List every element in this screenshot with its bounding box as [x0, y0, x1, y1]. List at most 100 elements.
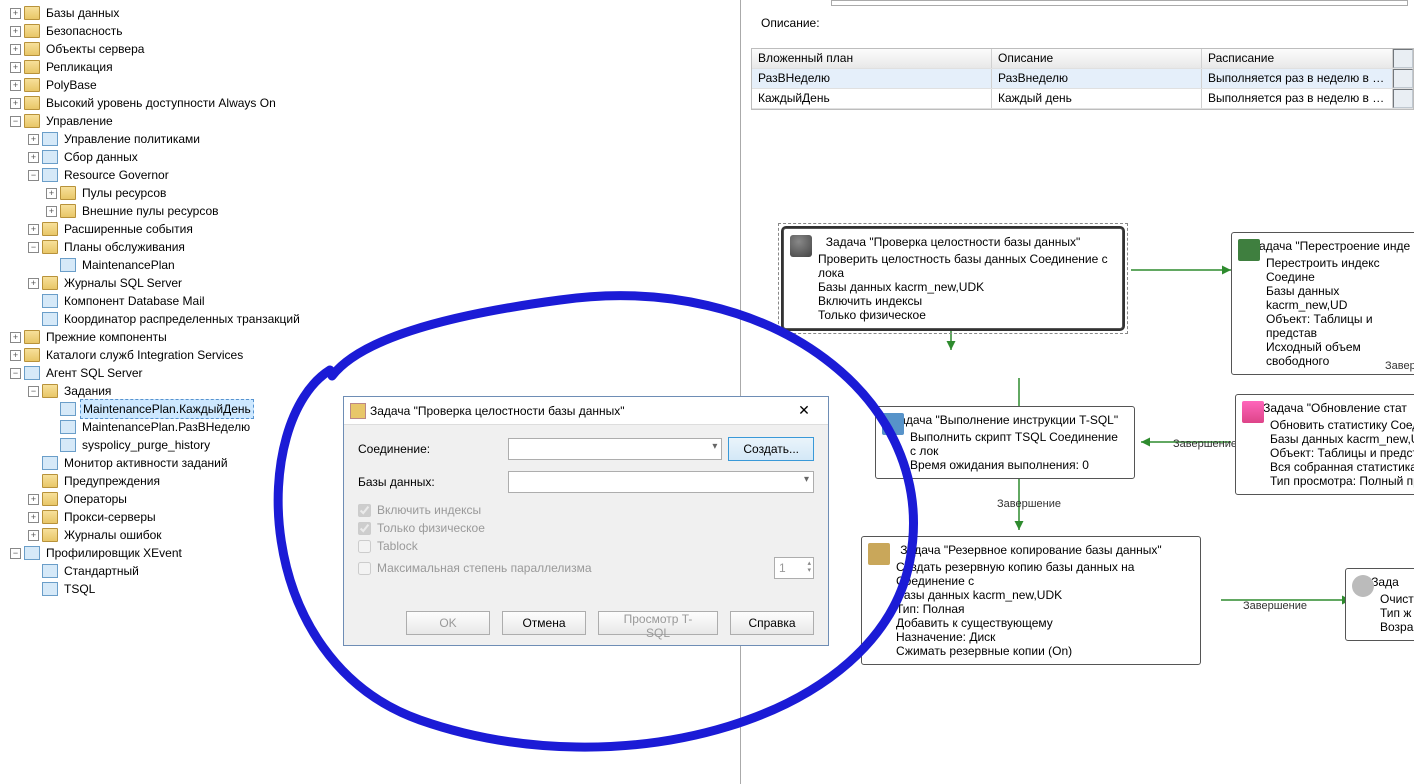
connection-dropdown[interactable]	[508, 438, 722, 460]
expand-icon[interactable]: +	[28, 152, 39, 163]
view-tsql-button[interactable]: Просмотр T-SQL	[598, 611, 718, 635]
expand-icon[interactable]	[28, 584, 39, 595]
grid-header-description[interactable]: Описание	[992, 49, 1202, 68]
expand-icon[interactable]: +	[10, 80, 21, 91]
expand-icon[interactable]	[28, 314, 39, 325]
tree-item[interactable]: MaintenancePlan	[10, 256, 740, 274]
subplan-grid[interactable]: Вложенный план Описание Расписание РазВН…	[751, 48, 1414, 110]
tree-item[interactable]: +Высокий уровень доступности Always On	[10, 94, 740, 112]
expand-icon[interactable]	[28, 476, 39, 487]
expand-icon[interactable]	[46, 404, 57, 415]
expand-icon[interactable]: +	[10, 26, 21, 37]
close-icon[interactable]: ✕	[786, 401, 822, 421]
tree-item[interactable]: Компонент Database Mail	[10, 292, 740, 310]
tree-item-label: MaintenancePlan.КаждыйДень	[80, 399, 254, 419]
task-update-statistics[interactable]: Задача "Обновление стат Обновить статист…	[1235, 394, 1414, 495]
task-execute-tsql[interactable]: Задача "Выполнение инструкции T-SQL" Вып…	[875, 406, 1135, 479]
expand-icon[interactable]: +	[10, 98, 21, 109]
tree-item[interactable]: +Репликация	[10, 58, 740, 76]
expand-icon[interactable]: −	[10, 368, 21, 379]
task-cleanup[interactable]: Зада Очист Тип ж Возра	[1345, 568, 1414, 641]
tree-item-label: Прокси-серверы	[62, 508, 158, 526]
expand-icon[interactable]	[28, 566, 39, 577]
tree-item-label: Управление	[44, 112, 115, 130]
description-textbox[interactable]	[831, 0, 1408, 6]
expand-icon[interactable]: +	[10, 44, 21, 55]
tree-item[interactable]: +Журналы SQL Server	[10, 274, 740, 292]
tree-item[interactable]: +Внешние пулы ресурсов	[10, 202, 740, 220]
tree-item[interactable]: +Прежние компоненты	[10, 328, 740, 346]
databases-dropdown[interactable]	[508, 471, 814, 493]
expand-icon[interactable]: −	[10, 116, 21, 127]
expand-icon[interactable]: −	[28, 242, 39, 253]
maxdop-spinner[interactable]: 1	[774, 557, 814, 579]
tree-item[interactable]: −Агент SQL Server	[10, 364, 740, 382]
maxdop-checkbox[interactable]	[358, 562, 371, 575]
tree-item[interactable]: +Управление политиками	[10, 130, 740, 148]
statistics-icon	[1242, 401, 1264, 423]
expand-icon[interactable]: +	[28, 494, 39, 505]
expand-icon[interactable]: +	[10, 62, 21, 73]
tree-item-label: TSQL	[62, 580, 97, 598]
tree-item[interactable]: +Базы данных	[10, 4, 740, 22]
tree-item-label: Сбор данных	[62, 148, 140, 166]
expand-icon[interactable]: +	[46, 206, 57, 217]
generic-icon	[60, 402, 76, 416]
help-button[interactable]: Справка	[730, 611, 814, 635]
tree-item[interactable]: +Объекты сервера	[10, 40, 740, 58]
expand-icon[interactable]	[46, 422, 57, 433]
expand-icon[interactable]: +	[28, 530, 39, 541]
expand-icon[interactable]: −	[10, 548, 21, 559]
generic-icon	[42, 564, 58, 578]
table-row[interactable]: КаждыйДеньКаждый деньВыполняется раз в н…	[752, 89, 1413, 109]
tree-item[interactable]: Координатор распределенных транзакций	[10, 310, 740, 328]
ok-button[interactable]: OK	[406, 611, 490, 635]
tree-item-label: Пулы ресурсов	[80, 184, 168, 202]
expand-icon[interactable]: −	[28, 170, 39, 181]
grid-header-subplan[interactable]: Вложенный план	[752, 49, 992, 68]
expand-icon[interactable]: +	[28, 134, 39, 145]
tree-item[interactable]: −Resource Governor	[10, 166, 740, 184]
sql-icon	[882, 413, 904, 435]
tree-item-label: Стандартный	[62, 562, 141, 580]
create-connection-button[interactable]: Создать...	[728, 437, 814, 461]
expand-icon[interactable]	[28, 296, 39, 307]
expand-icon[interactable]: +	[10, 332, 21, 343]
expand-icon[interactable]	[46, 260, 57, 271]
physical-only-checkbox[interactable]	[358, 522, 371, 535]
folder-icon	[24, 330, 40, 344]
expand-icon[interactable]: −	[28, 386, 39, 397]
task-check-db-integrity[interactable]: Задача "Проверка целостности базы данных…	[783, 228, 1123, 329]
tree-item[interactable]: +PolyBase	[10, 76, 740, 94]
schedule-button[interactable]	[1393, 89, 1413, 108]
include-indexes-checkbox[interactable]	[358, 504, 371, 517]
diagram-canvas[interactable]: Задача "Проверка целостности базы данных…	[751, 210, 1414, 784]
expand-icon[interactable]: +	[10, 8, 21, 19]
task-backup-database[interactable]: Задача "Резервное копирование базы данны…	[861, 536, 1201, 665]
tree-item[interactable]: +Безопасность	[10, 22, 740, 40]
cancel-button[interactable]: Отмена	[502, 611, 586, 635]
tree-item[interactable]: + Пулы ресурсов	[10, 184, 740, 202]
backup-icon	[868, 543, 890, 565]
expand-icon[interactable]	[46, 440, 57, 451]
folder-icon	[24, 24, 40, 38]
tablock-checkbox[interactable]	[358, 540, 371, 553]
expand-icon[interactable]: +	[28, 278, 39, 289]
grid-header-schedule[interactable]: Расписание	[1202, 49, 1393, 68]
tree-item-label: Профилировщик XEvent	[44, 544, 184, 562]
schedule-button[interactable]	[1393, 69, 1413, 88]
task-rebuild-index[interactable]: Задача "Перестроение инде Перестроить ин…	[1231, 232, 1414, 375]
expand-icon[interactable]	[28, 458, 39, 469]
tree-item[interactable]: + Сбор данных	[10, 148, 740, 166]
folder-icon	[60, 204, 76, 218]
expand-icon[interactable]: +	[10, 350, 21, 361]
tree-item[interactable]: − Управление	[10, 112, 740, 130]
table-row[interactable]: РазВНеделюРазВнеделюВыполняется раз в не…	[752, 69, 1413, 89]
expand-icon[interactable]: +	[46, 188, 57, 199]
tree-item[interactable]: +Каталоги служб Integration Services	[10, 346, 740, 364]
tree-item-label: Операторы	[62, 490, 129, 508]
expand-icon[interactable]: +	[28, 224, 39, 235]
tree-item[interactable]: +Расширенные события	[10, 220, 740, 238]
tree-item[interactable]: −Планы обслуживания	[10, 238, 740, 256]
expand-icon[interactable]: +	[28, 512, 39, 523]
